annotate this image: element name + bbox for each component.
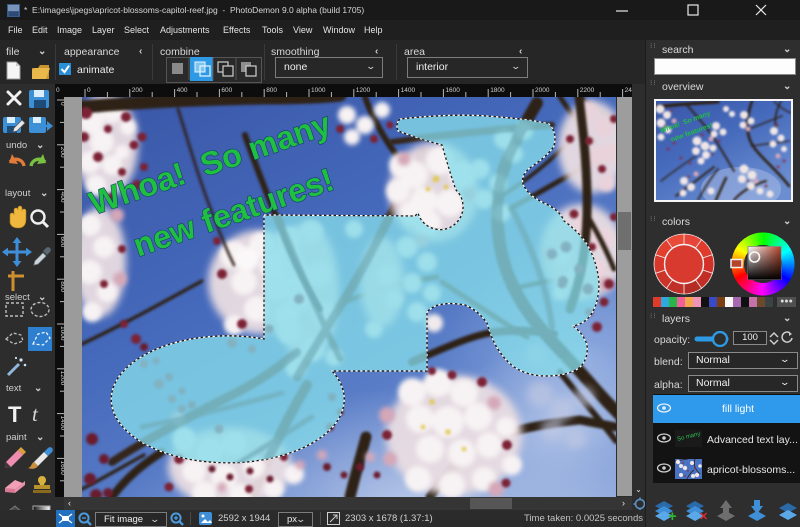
svg-text:1800: 1800	[490, 87, 505, 94]
svg-text:1600: 1600	[445, 87, 460, 94]
svg-text:0: 0	[87, 87, 91, 94]
svg-text:2000: 2000	[535, 87, 550, 94]
svg-text:600: 600	[221, 87, 232, 94]
svg-text:2200: 2200	[580, 87, 595, 94]
svg-text:800: 800	[266, 87, 277, 94]
svg-text:+: +	[668, 508, 677, 525]
svg-text:t: t	[32, 402, 39, 426]
svg-text:1200: 1200	[356, 87, 371, 94]
svg-text:400: 400	[177, 87, 188, 94]
svg-text:1400: 1400	[401, 87, 416, 94]
svg-text:T: T	[8, 402, 22, 427]
svg-text:✕: ✕	[699, 511, 708, 523]
svg-text:1000: 1000	[311, 87, 326, 94]
svg-text:200: 200	[132, 87, 143, 94]
svg-text:0: 0	[56, 87, 60, 94]
